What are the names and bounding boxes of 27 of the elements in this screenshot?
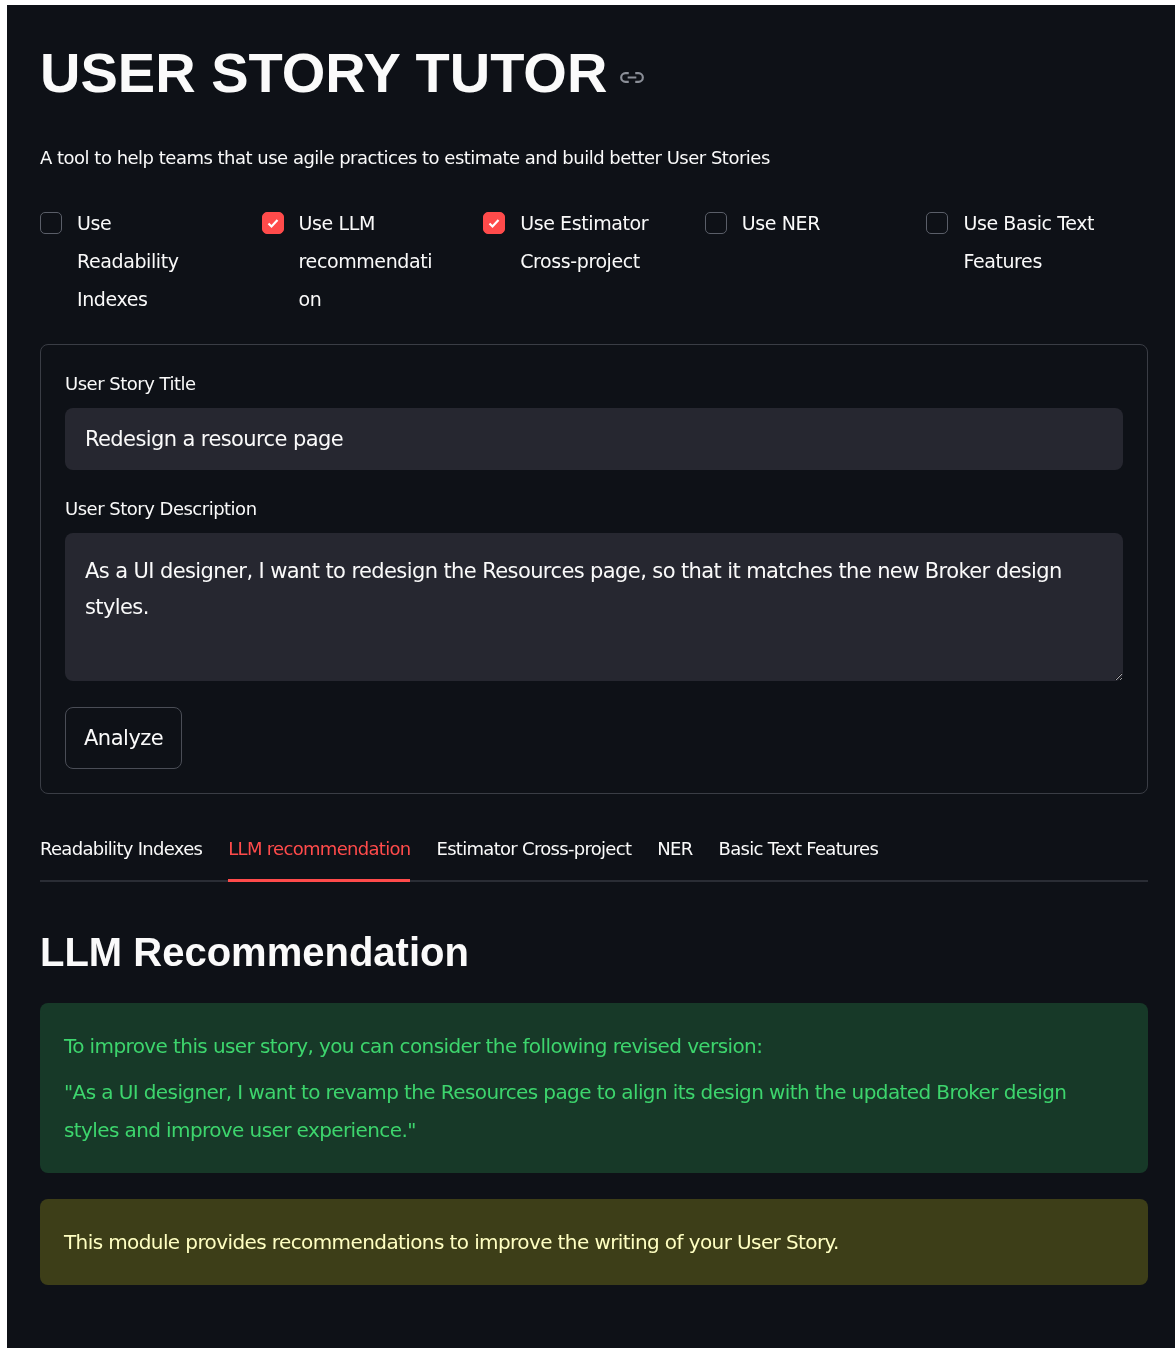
analyze-button[interactable]: Analyze [65,707,183,769]
field-label: User Story Description [65,498,258,519]
checkbox[interactable] [40,212,62,234]
title-input-field[interactable]: Redesign a resource page [65,408,1123,470]
checkbox-label[interactable]: Use Readability Indexes [77,204,217,318]
field-label: User Story Title [65,373,197,394]
alert-text: To improve this user story, you can consider the following revised version: [64,1033,764,1060]
tab[interactable]: Estimator Cross-project [436,838,632,882]
description-text-area[interactable]: As a UI designer, I want to redesign the Resources page, so that it matches the new Broker design styles. [65,533,1123,681]
checkbox[interactable] [704,212,727,234]
alert-text: "As a UI designer, I want to revamp the Resources page to align its design with the updated Broker design styles and improve user experience." [64,1079,1068,1144]
checkbox[interactable] [483,212,506,234]
checkbox-label[interactable]: Use Estimator Cross-project [520,204,661,280]
page-title: USER STORY TUTOR [40,40,608,106]
link-icon[interactable] [619,70,646,84]
checkbox[interactable] [261,212,284,234]
subtitle: A tool to help teams that use agile practices to estimate and build better User Stories [40,147,771,168]
section-heading: LLM Recommendation [40,930,470,975]
checkbox-label[interactable]: Use Basic Text Features [963,204,1104,280]
checkbox-label[interactable]: Use LLM recommendation [298,204,439,318]
tab[interactable]: Basic Text Features [718,838,879,882]
tab[interactable]: LLM recommendation [228,838,411,882]
checkbox[interactable] [926,212,949,234]
alert-text: This module provides recommendations to improve the writing of your User Story. [64,1229,840,1256]
checkbox-label[interactable]: Use NER [741,204,882,242]
tab[interactable]: Readability Indexes [40,838,203,882]
tab[interactable]: NER [657,838,693,882]
